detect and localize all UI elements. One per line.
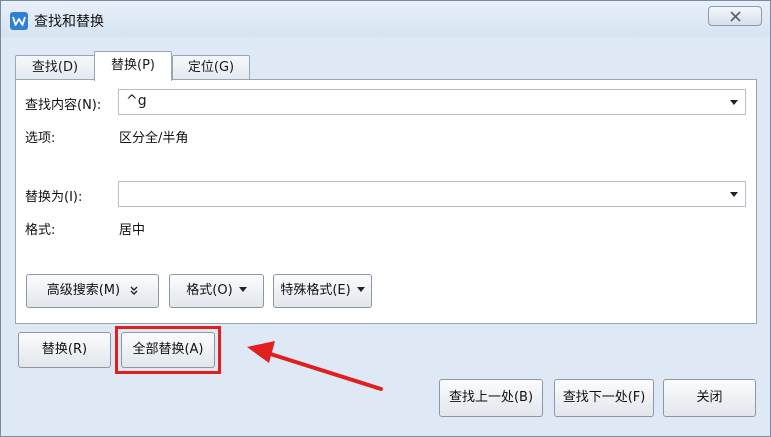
find-next-label: 查找下一处(F) xyxy=(562,390,646,405)
find-next-button[interactable]: 查找下一处(F) xyxy=(554,379,654,417)
advanced-search-button[interactable]: 高级搜索(M) xyxy=(26,274,159,308)
options-value: 区分全/半角 xyxy=(119,131,189,146)
special-format-label: 特殊格式(E) xyxy=(280,283,351,298)
tab-goto-label: 定位(G) xyxy=(187,60,235,75)
find-replace-dialog: 查找和替换 查找(D) 替换(P) 定位(G) 查找内容(N): ^g 选项: … xyxy=(0,0,771,437)
chevron-down-icon xyxy=(356,287,365,292)
close-button-label: 关闭 xyxy=(696,390,723,405)
wps-writer-icon xyxy=(10,12,28,30)
dropdown-arrow-icon[interactable] xyxy=(730,192,738,197)
find-what-combobox[interactable]: ^g xyxy=(118,89,746,115)
tab-find[interactable]: 查找(D) xyxy=(15,55,95,80)
title-bar: 查找和替换 xyxy=(1,1,770,37)
replace-button-label: 替换(R) xyxy=(41,342,88,357)
replace-button[interactable]: 替换(R) xyxy=(18,332,111,368)
close-icon xyxy=(730,11,741,22)
chevron-down-icon xyxy=(238,287,247,292)
replace-panel: 查找内容(N): ^g 选项: 区分全/半角 替换为(I): 格式: 居中 高级… xyxy=(15,79,757,324)
replace-with-label: 替换为(I): xyxy=(25,190,83,205)
tab-find-label: 查找(D) xyxy=(31,60,79,75)
format-button-label: 格式(O) xyxy=(186,283,233,298)
annotation-arrow-icon xyxy=(247,341,383,391)
replace-with-combobox[interactable] xyxy=(118,181,746,207)
window-close-button[interactable] xyxy=(708,6,762,26)
find-what-label: 查找内容(N): xyxy=(25,98,102,113)
dialog-title: 查找和替换 xyxy=(34,14,104,30)
dropdown-arrow-icon[interactable] xyxy=(730,100,738,105)
tab-replace[interactable]: 替换(P) xyxy=(94,51,172,81)
advanced-search-label: 高级搜索(M) xyxy=(46,283,121,298)
close-button[interactable]: 关闭 xyxy=(663,379,756,417)
tab-replace-label: 替换(P) xyxy=(111,58,155,73)
options-label: 选项: xyxy=(25,131,56,146)
double-chevron-down-icon xyxy=(130,286,138,295)
format-value: 居中 xyxy=(119,223,146,238)
find-previous-label: 查找上一处(B) xyxy=(448,390,534,405)
find-what-value: ^g xyxy=(126,93,147,109)
highlight-box xyxy=(115,326,221,374)
format-label: 格式: xyxy=(25,223,56,238)
special-format-button[interactable]: 特殊格式(E) xyxy=(273,274,372,308)
find-previous-button[interactable]: 查找上一处(B) xyxy=(439,379,543,417)
format-button[interactable]: 格式(O) xyxy=(169,274,264,308)
tab-goto[interactable]: 定位(G) xyxy=(172,55,250,80)
